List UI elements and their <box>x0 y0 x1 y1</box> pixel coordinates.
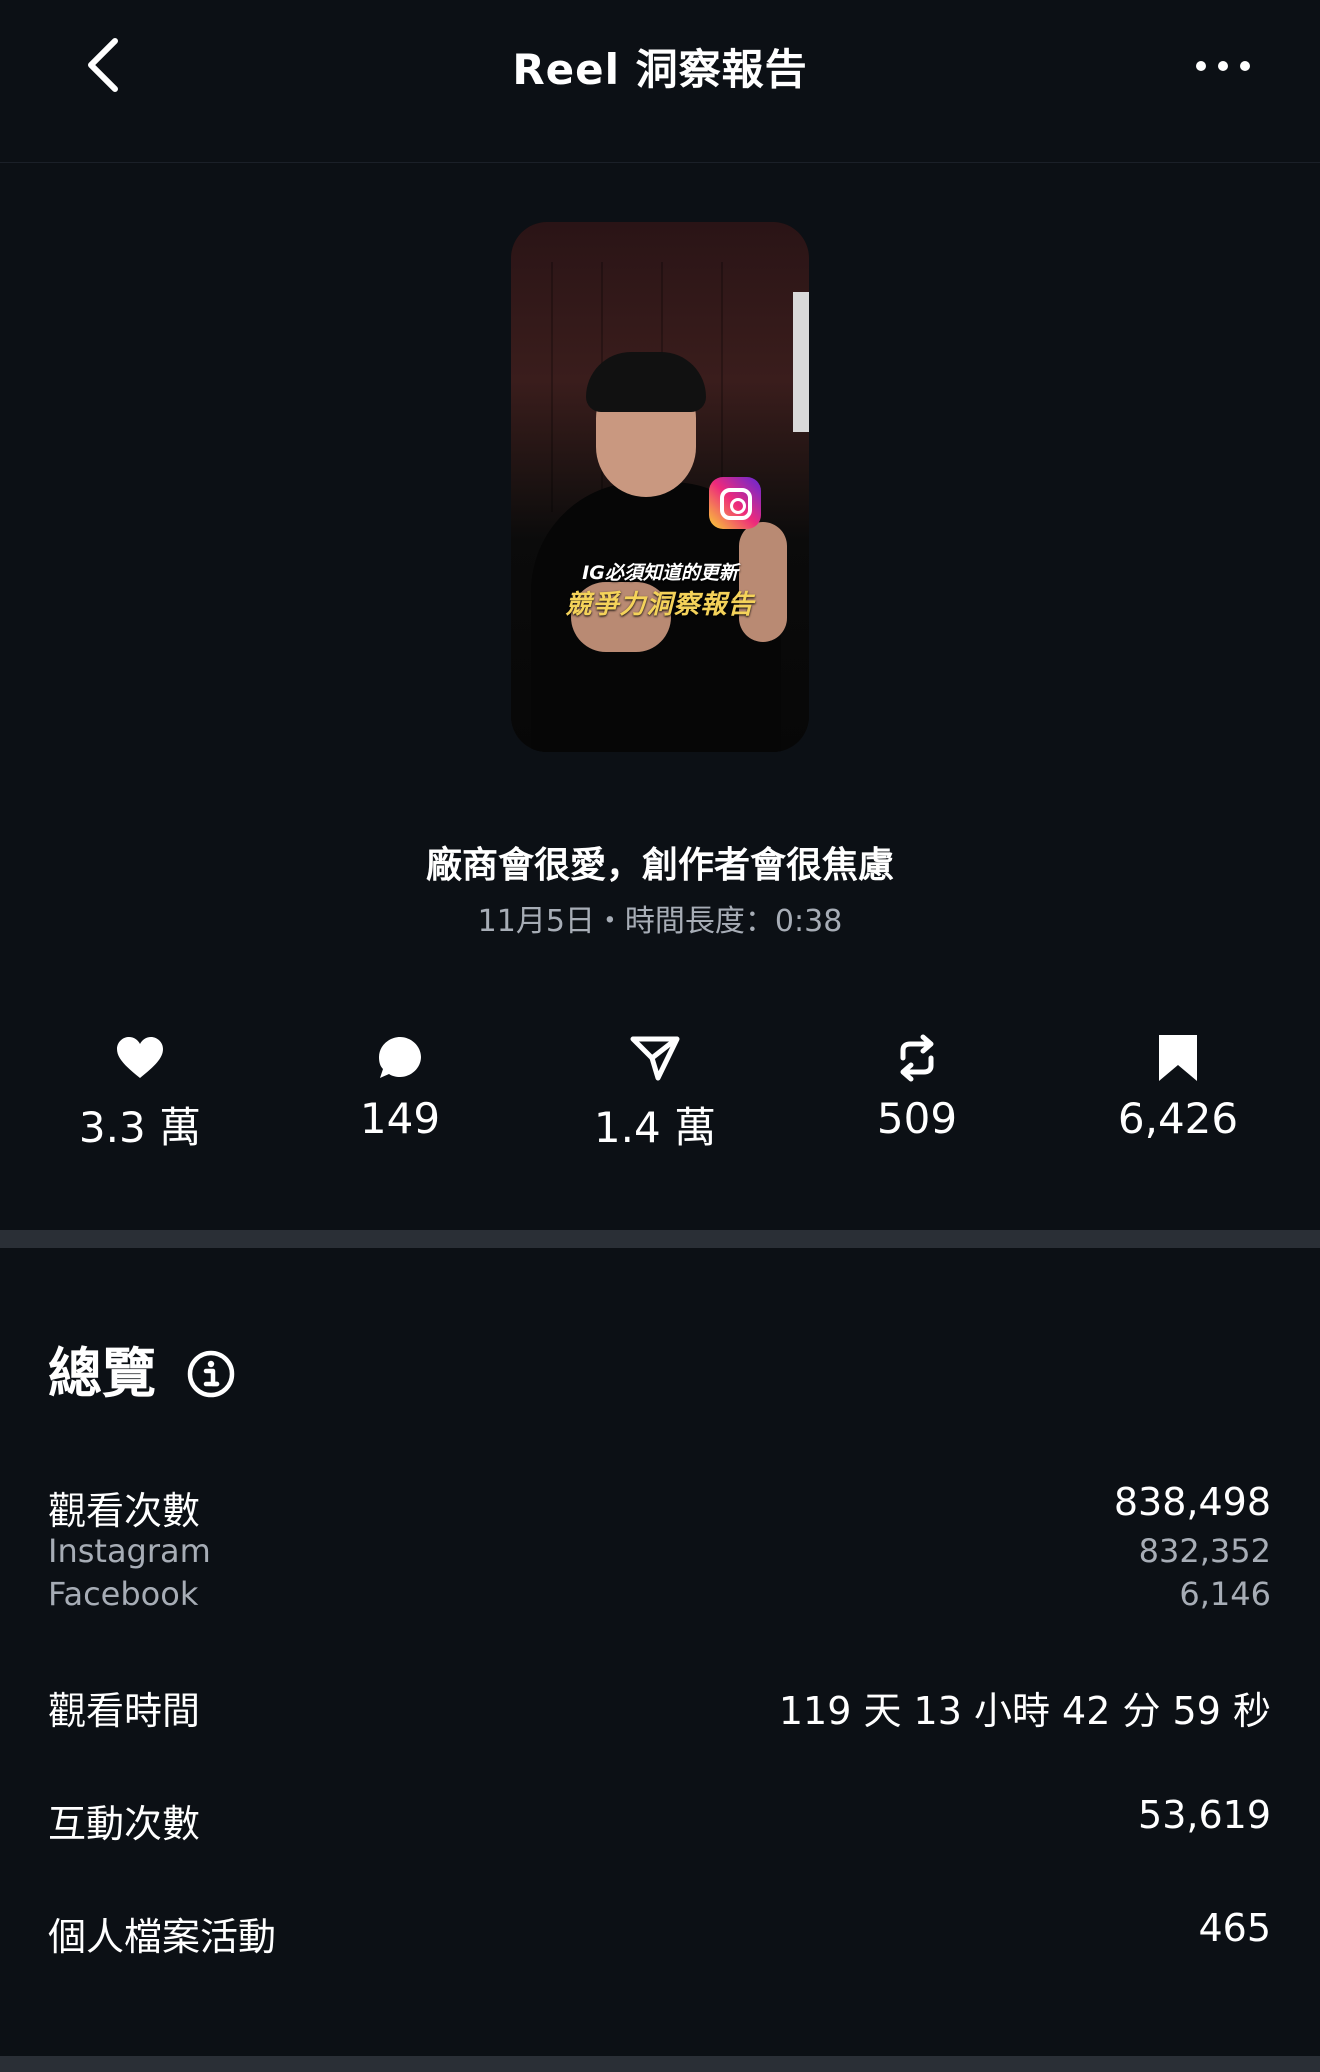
interactions-row[interactable]: 互動次數 53,619 <box>48 1793 1271 1846</box>
profile-activity-value: 465 <box>1198 1906 1271 1950</box>
reposts-count: 509 <box>876 1094 958 1143</box>
facebook-views-value: 6,146 <box>1179 1575 1271 1613</box>
section-divider <box>0 1230 1320 1248</box>
likes-stat: 3.3 萬 <box>40 1030 240 1155</box>
shares-count: 1.4 萬 <box>593 1103 717 1152</box>
interactions-label: 互動次數 <box>48 1802 201 1846</box>
views-label: 觀看次數 <box>48 1489 201 1533</box>
curtain-fold <box>551 262 553 512</box>
more-options-button[interactable] <box>1188 44 1258 88</box>
views-row[interactable]: 觀看次數 838,498 Instagram 832,352 Facebook … <box>48 1480 1271 1620</box>
watch-time-row[interactable]: 觀看時間 119 天 13 小時 42 分 59 秒 <box>48 1680 1271 1733</box>
curtain-fold <box>721 262 723 512</box>
overview-info-button[interactable] <box>186 1349 236 1399</box>
reel-title: 廠商會很愛，創作者會很焦慮 <box>425 845 894 886</box>
info-icon <box>187 1350 235 1398</box>
instagram-views-label: Instagram <box>48 1532 211 1570</box>
section-divider-bottom <box>0 2056 1320 2072</box>
facebook-views-label: Facebook <box>48 1575 199 1613</box>
comment-icon <box>379 1037 421 1078</box>
overview-heading: 總覽 <box>48 1342 156 1405</box>
comments-stat: 149 <box>300 1030 500 1143</box>
instagram-logo-icon <box>709 477 761 529</box>
heart-icon <box>117 1037 163 1078</box>
likes-count: 3.3 萬 <box>78 1103 202 1152</box>
top-bar: Reel 洞察報告 <box>0 0 1320 163</box>
interactions-value: 53,619 <box>1138 1793 1271 1837</box>
engagement-stats: 3.3 萬 149 1.4 萬 509 6,426 <box>0 1030 1320 1152</box>
thumbnail-caption-line1: IG必須知道的更新 <box>582 562 738 584</box>
reposts-stat: 509 <box>817 1030 1017 1143</box>
views-value: 838,498 <box>1113 1480 1271 1524</box>
person-hair <box>586 352 706 412</box>
window-light <box>793 292 809 432</box>
thumbnail-caption-line2: 競爭力洞察報告 <box>565 590 755 620</box>
repost-icon <box>900 1034 934 1082</box>
comments-count: 149 <box>359 1094 441 1143</box>
saves-stat: 6,426 <box>1078 1030 1278 1143</box>
shares-stat: 1.4 萬 <box>555 1030 755 1155</box>
watch-time-label: 觀看時間 <box>48 1689 201 1733</box>
page-title: Reel 洞察報告 <box>512 45 808 94</box>
instagram-views-value: 832,352 <box>1138 1532 1271 1570</box>
bookmark-icon <box>1159 1035 1197 1081</box>
saves-count: 6,426 <box>1117 1094 1239 1143</box>
reel-meta: 11月5日・時間長度：0:38 <box>477 904 843 939</box>
reel-thumbnail[interactable]: IG必須知道的更新 競爭力洞察報告 <box>511 222 809 752</box>
share-icon <box>630 1036 680 1081</box>
profile-activity-label: 個人檔案活動 <box>48 1915 277 1959</box>
watch-time-value: 119 天 13 小時 42 分 59 秒 <box>778 1689 1271 1733</box>
more-horizontal-icon <box>1196 61 1250 71</box>
profile-activity-row[interactable]: 個人檔案活動 465 <box>48 1906 1271 1959</box>
